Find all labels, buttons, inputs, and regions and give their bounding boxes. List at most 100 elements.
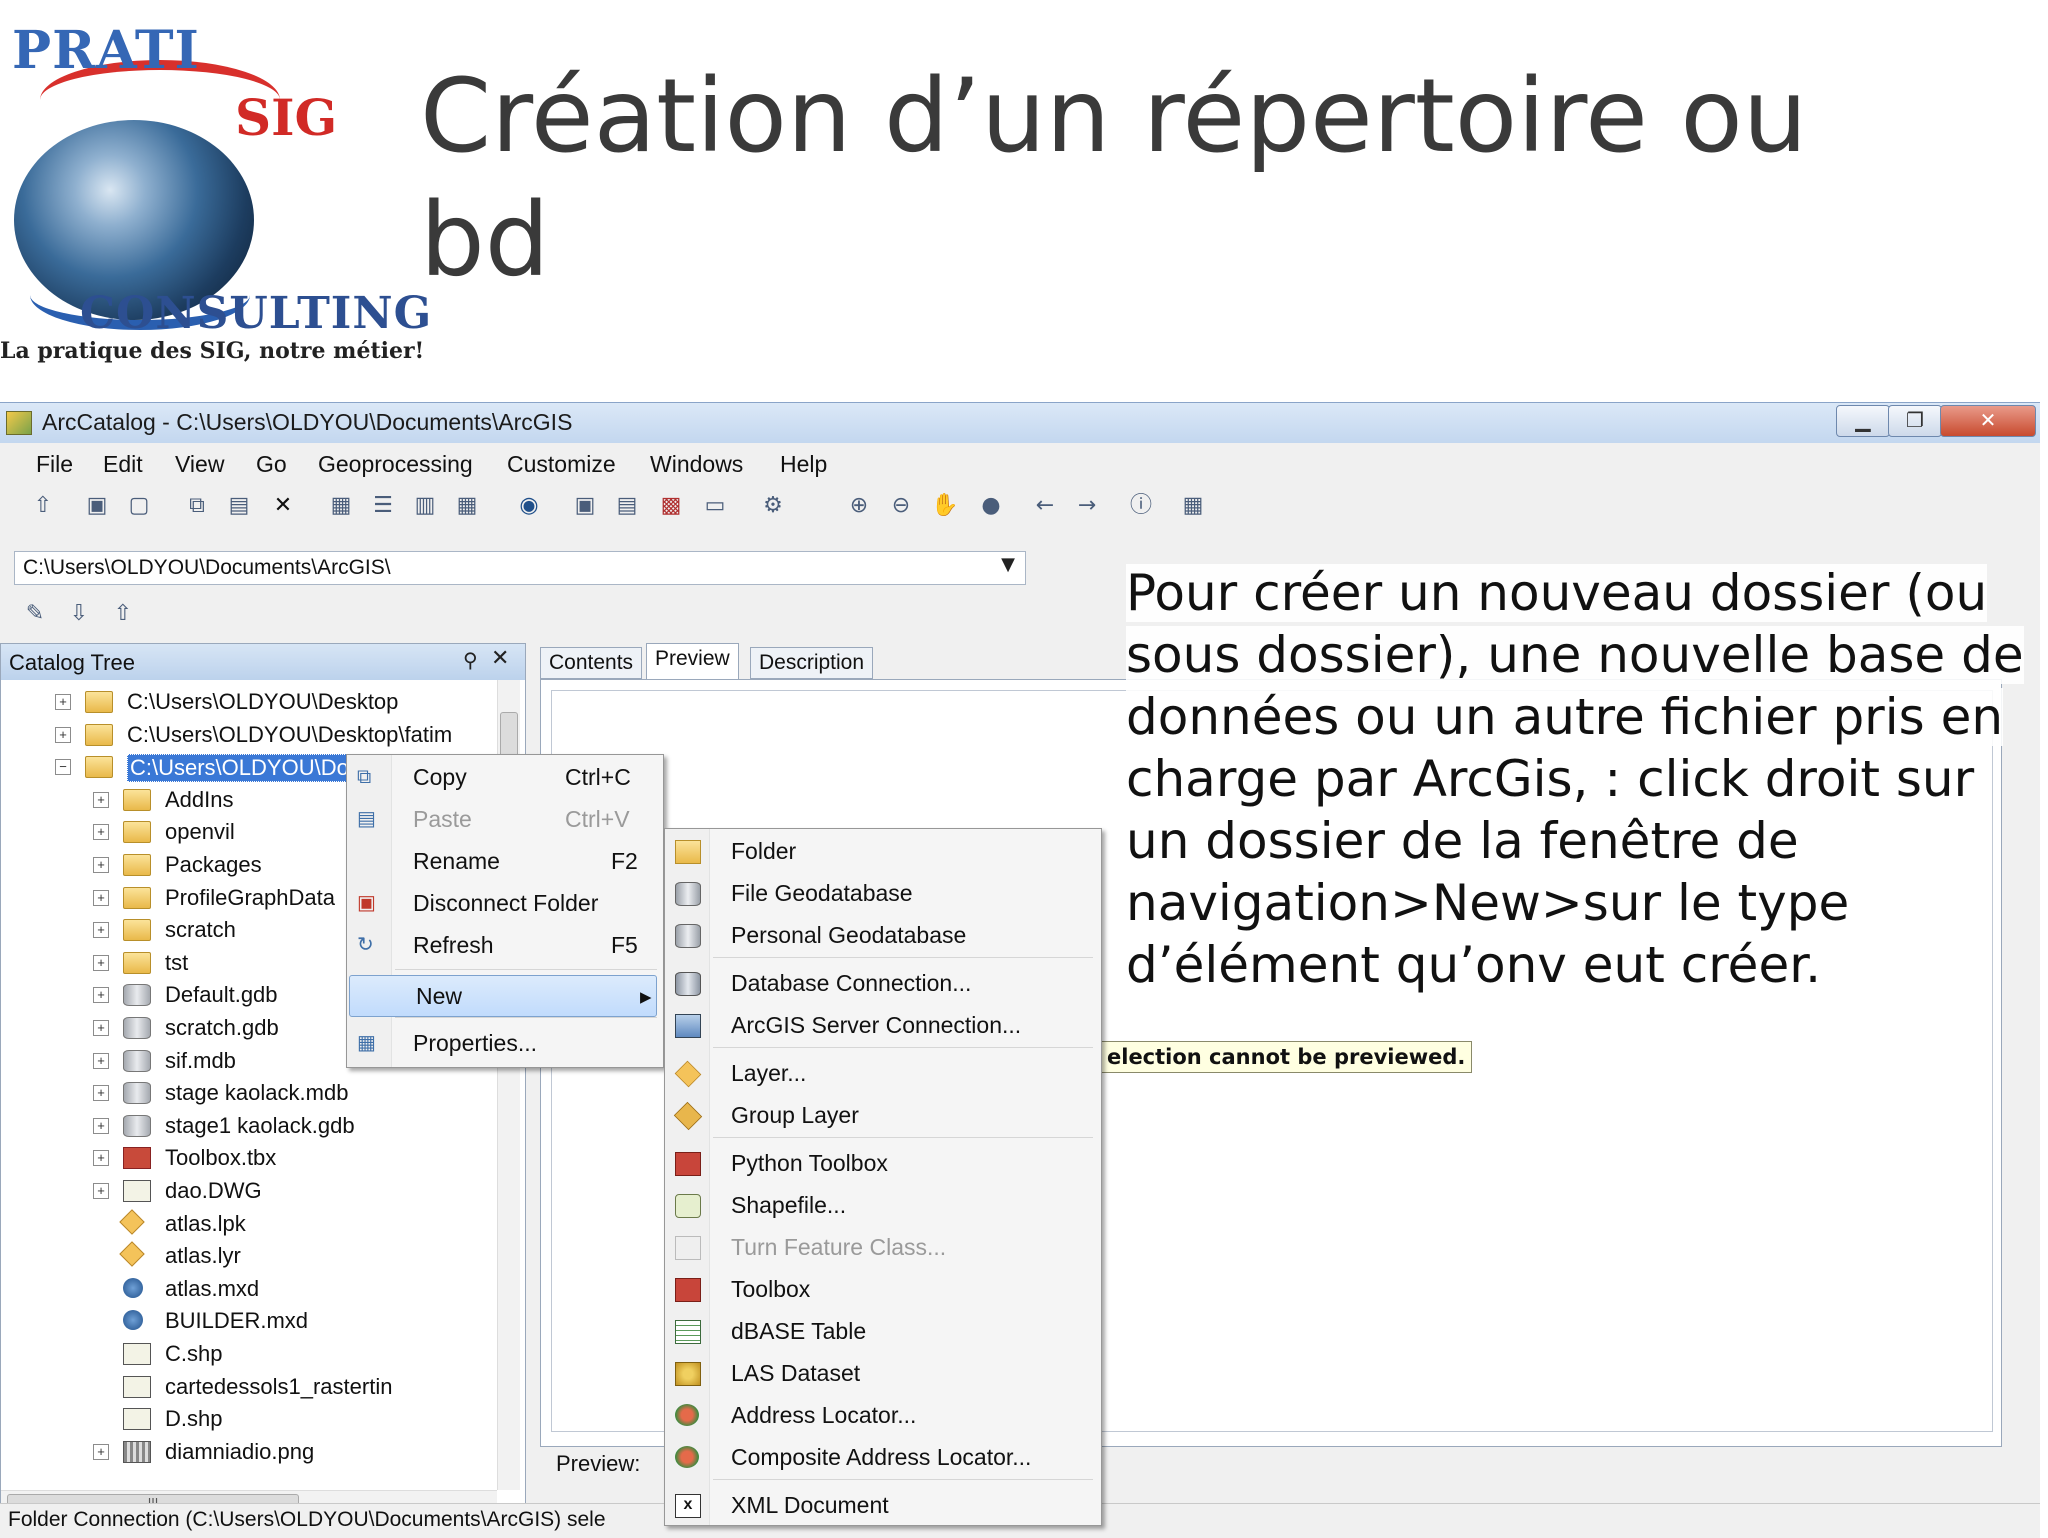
menu-edit[interactable]: Edit xyxy=(103,451,143,478)
launch-arcmap-icon[interactable]: ◉ xyxy=(514,491,544,521)
title-bar[interactable]: ArcCatalog - C:\Users\OLDYOU\Documents\A… xyxy=(0,403,2040,443)
menu-item-properties[interactable]: ▦ Properties... xyxy=(347,1023,661,1063)
full-extent-icon[interactable]: ● xyxy=(976,491,1006,521)
tree-item[interactable]: atlas.lyr xyxy=(1,1240,491,1272)
minimize-button[interactable]: ▁ xyxy=(1836,405,1890,437)
menu-item-rename[interactable]: Rename F2 xyxy=(347,841,661,881)
menu-windows[interactable]: Windows xyxy=(650,451,743,478)
tree-item[interactable]: + dao.DWG xyxy=(1,1175,491,1207)
expand-icon[interactable]: + xyxy=(55,694,71,710)
expand-icon[interactable]: + xyxy=(93,824,109,841)
chevron-down-icon[interactable]: ▼ xyxy=(1001,554,1015,575)
large-icons-icon[interactable]: ▦ xyxy=(326,491,356,521)
menu-view[interactable]: View xyxy=(175,451,224,478)
expand-icon[interactable]: + xyxy=(93,857,109,873)
new-turn-feature-class[interactable]: Turn Feature Class... xyxy=(665,1227,1099,1267)
identify-icon[interactable]: ⓘ xyxy=(1126,491,1156,521)
menu-go[interactable]: Go xyxy=(256,451,287,478)
tree-item[interactable]: cartedessols1_rastertin xyxy=(1,1371,491,1403)
menu-item-paste[interactable]: ▤ Paste Ctrl+V xyxy=(347,799,661,839)
tab-description[interactable]: Description xyxy=(750,647,874,679)
maximize-button[interactable]: ❐ xyxy=(1888,405,1942,437)
arctoolbox-icon[interactable]: ▩ xyxy=(656,491,686,521)
details-icon[interactable]: ▥ xyxy=(410,491,440,521)
new-toolbox[interactable]: Toolbox xyxy=(665,1269,1099,1309)
delete-icon[interactable]: ✕ xyxy=(268,491,298,521)
menu-file[interactable]: File xyxy=(36,451,73,478)
new-layer[interactable]: Layer... xyxy=(665,1053,1099,1093)
new-xml-document[interactable]: x XML Document xyxy=(665,1485,1099,1525)
tree-item[interactable]: + stage1 kaolack.gdb xyxy=(1,1110,491,1142)
expand-icon[interactable]: + xyxy=(93,922,109,939)
new-database-connection[interactable]: Database Connection... xyxy=(665,963,1099,1003)
tree-item[interactable]: atlas.lpk xyxy=(1,1208,491,1240)
import-metadata-icon[interactable]: ⇩ xyxy=(64,599,94,629)
new-arcgis-server-connection[interactable]: ArcGIS Server Connection... xyxy=(665,1005,1099,1045)
new-composite-address-locator[interactable]: Composite Address Locator... xyxy=(665,1437,1099,1477)
expand-icon[interactable]: + xyxy=(93,1183,109,1199)
new-group-layer[interactable]: Group Layer xyxy=(665,1095,1099,1135)
expand-icon[interactable]: + xyxy=(93,954,109,971)
menu-item-refresh[interactable]: ↻ Refresh F5 xyxy=(347,925,661,965)
location-combobox[interactable]: C:\Users\OLDYOU\Documents\ArcGIS\ ▼ xyxy=(14,551,1026,585)
tree-item[interactable]: + diamniadio.png xyxy=(1,1436,491,1468)
expand-icon[interactable]: + xyxy=(93,1020,109,1036)
copy-icon[interactable]: ⧉ xyxy=(182,491,212,521)
forward-icon[interactable]: → xyxy=(1072,491,1102,521)
new-folder[interactable]: Folder xyxy=(665,831,1099,871)
python-window-icon[interactable]: ▭ xyxy=(700,491,730,521)
up-folder-icon[interactable]: ⇧ xyxy=(28,491,58,521)
expand-icon[interactable]: + xyxy=(93,889,109,906)
expand-icon[interactable]: + xyxy=(93,1443,109,1460)
disconnect-folder-icon[interactable]: ▢ xyxy=(124,491,154,521)
new-las-dataset[interactable]: LAS Dataset xyxy=(665,1353,1099,1393)
tree-item[interactable]: atlas.mxd xyxy=(1,1273,491,1305)
expand-icon[interactable]: + xyxy=(93,987,109,1004)
zoom-in-icon[interactable]: ⊕ xyxy=(844,491,874,521)
expand-icon[interactable]: + xyxy=(93,791,109,808)
new-python-toolbox[interactable]: Python Toolbox xyxy=(665,1143,1099,1183)
expand-icon[interactable]: + xyxy=(93,1052,109,1069)
connect-folder-icon[interactable]: ▣ xyxy=(82,491,112,521)
close-button[interactable]: ✕ xyxy=(1940,405,2036,437)
tree-item[interactable]: + C:\Users\OLDYOU\Desktop\fatim xyxy=(1,719,491,751)
tab-contents[interactable]: Contents xyxy=(540,647,643,679)
menu-item-copy[interactable]: ⧉ Copy Ctrl+C xyxy=(347,757,661,797)
collapse-icon[interactable]: − xyxy=(55,759,71,776)
menu-item-disconnect-folder[interactable]: ▣ Disconnect Folder xyxy=(347,883,661,923)
export-metadata-icon[interactable]: ⇧ xyxy=(108,599,138,629)
model-builder-icon[interactable]: ⚙ xyxy=(758,491,788,521)
new-dbase-table[interactable]: dBASE Table xyxy=(665,1311,1099,1351)
menu-help[interactable]: Help xyxy=(780,451,827,478)
edit-metadata-icon[interactable]: ✎ xyxy=(20,599,50,629)
tab-preview[interactable]: Preview xyxy=(646,643,739,680)
menu-geoprocessing[interactable]: Geoprocessing xyxy=(318,451,473,478)
tree-item[interactable]: D.shp xyxy=(1,1403,491,1435)
close-icon[interactable]: ✕ xyxy=(491,646,509,671)
tree-item[interactable]: + stage kaolack.mdb xyxy=(1,1077,491,1109)
search-window-icon[interactable]: ▤ xyxy=(612,491,642,521)
new-file-geodatabase[interactable]: File Geodatabase xyxy=(665,873,1099,913)
expand-icon[interactable]: + xyxy=(93,1085,109,1102)
tree-item[interactable]: BUILDER.mxd xyxy=(1,1305,491,1337)
new-address-locator[interactable]: Address Locator... xyxy=(665,1395,1099,1435)
thumbnails-icon[interactable]: ▦ xyxy=(452,491,482,521)
tree-item[interactable]: + C:\Users\OLDYOU\Desktop xyxy=(1,686,491,718)
new-personal-geodatabase[interactable]: Personal Geodatabase xyxy=(665,915,1099,955)
zoom-out-icon[interactable]: ⊖ xyxy=(886,491,916,521)
pan-icon[interactable]: ✋ xyxy=(930,491,960,521)
menu-customize[interactable]: Customize xyxy=(507,451,616,478)
expand-icon[interactable]: + xyxy=(93,1150,109,1167)
list-icon[interactable]: ☰ xyxy=(368,491,398,521)
menu-item-new[interactable]: New ▸ xyxy=(349,975,657,1017)
expand-icon[interactable]: + xyxy=(93,1117,109,1134)
tree-item[interactable]: + Toolbox.tbx xyxy=(1,1142,491,1174)
catalog-tree-icon[interactable]: ▣ xyxy=(570,491,600,521)
new-shapefile[interactable]: Shapefile... xyxy=(665,1185,1099,1225)
back-icon[interactable]: ← xyxy=(1030,491,1060,521)
pin-icon[interactable]: ⚲ xyxy=(463,648,478,672)
tree-item[interactable]: C.shp xyxy=(1,1338,491,1370)
paste-icon[interactable]: ▤ xyxy=(224,491,254,521)
create-thumbnail-icon[interactable]: ▦ xyxy=(1178,491,1208,521)
expand-icon[interactable]: + xyxy=(55,726,71,743)
